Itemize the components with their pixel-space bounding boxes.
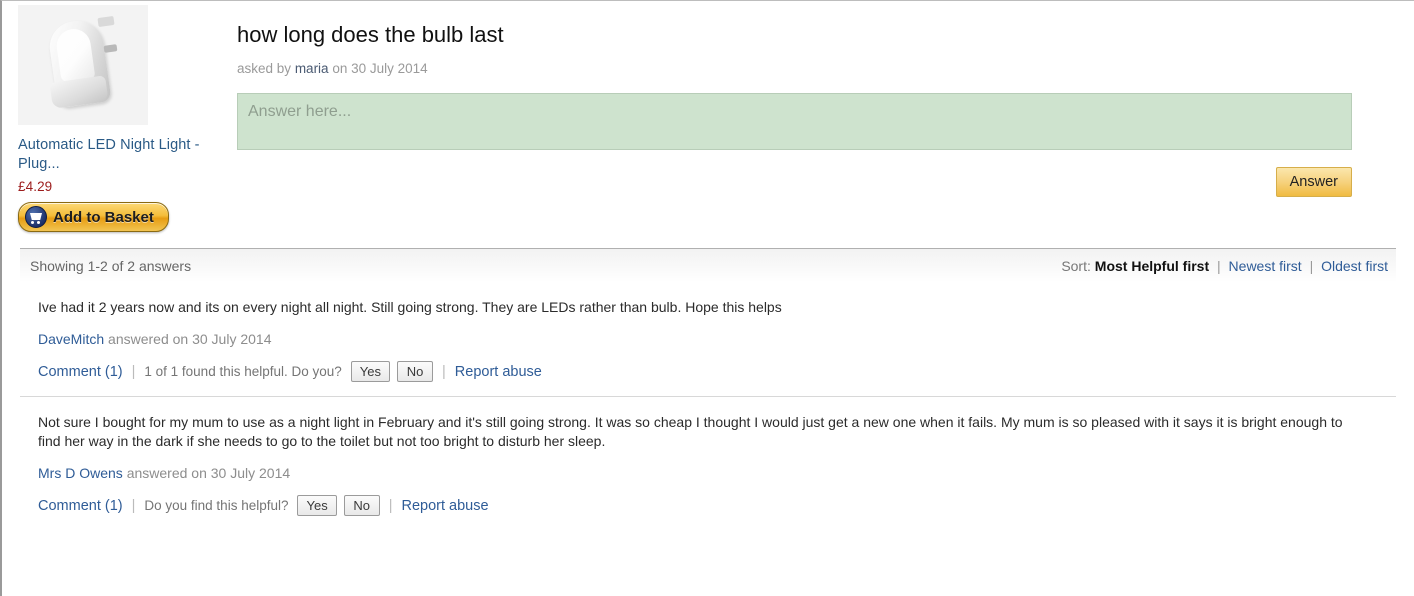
- sort-label: Sort:: [1061, 257, 1091, 274]
- vote-yes-button[interactable]: Yes: [297, 495, 337, 516]
- submit-answer-button[interactable]: Answer: [1275, 167, 1352, 197]
- question-header-section: Automatic LED Night Light - Plug... £4.2…: [2, 1, 1414, 232]
- answer-body: Ive had it 2 years now and its on every …: [38, 299, 782, 315]
- helpful-prompt: 1 of 1 found this helpful. Do you?: [144, 364, 342, 379]
- sort-controls: Sort: Most Helpful first | Newest first …: [1061, 258, 1388, 274]
- sort-option-oldest[interactable]: Oldest first: [1321, 258, 1388, 274]
- vote-no-button[interactable]: No: [343, 495, 380, 516]
- sort-separator-2: |: [1309, 257, 1314, 274]
- answer-date: answered on 30 July 2014: [108, 331, 272, 347]
- answer-author[interactable]: Mrs D Owens: [38, 465, 123, 481]
- sort-separator-1: |: [1217, 257, 1221, 274]
- answer-byline: DaveMitch answered on 30 July 2014: [38, 331, 1396, 347]
- answer-date: answered on 30 July 2014: [126, 465, 291, 481]
- vote-no-button[interactable]: No: [397, 361, 433, 382]
- page-root: Automatic LED Night Light - Plug... £4.2…: [0, 0, 1414, 596]
- meta-separator-1: |: [131, 497, 136, 514]
- helpful-prompt: Do you find this helpful?: [144, 498, 289, 513]
- shopping-cart-icon: [25, 206, 47, 228]
- asked-by-prefix: asked by: [237, 61, 292, 76]
- answer-item: Ive had it 2 years now and its on every …: [20, 282, 1396, 382]
- answer-actions-row: Comment (1) | Do you find this helpful? …: [38, 495, 1396, 516]
- plug-pin-side-shape: [103, 44, 118, 53]
- answer-byline: Mrs D Owens answered on 30 July 2014: [38, 465, 1396, 481]
- answer-input[interactable]: Answer here...: [237, 93, 1352, 150]
- answers-list: Ive had it 2 years now and its on every …: [2, 282, 1414, 516]
- meta-separator-1: |: [131, 363, 136, 380]
- add-to-basket-button[interactable]: Add to Basket: [18, 202, 169, 232]
- answer-actions: Answer: [237, 167, 1352, 197]
- question-block: how long does the bulb last asked by mar…: [210, 5, 1414, 197]
- answer-author[interactable]: DaveMitch: [38, 331, 104, 347]
- question-byline: asked by maria on 30 July 2014: [237, 61, 1352, 76]
- plug-pin-top-shape: [97, 15, 115, 28]
- vote-yes-button[interactable]: Yes: [350, 361, 390, 382]
- sort-option-most-helpful[interactable]: Most Helpful first: [1095, 258, 1209, 274]
- question-asker[interactable]: maria: [295, 61, 329, 76]
- product-image[interactable]: [18, 5, 148, 125]
- product-card: Automatic LED Night Light - Plug... £4.2…: [2, 5, 210, 232]
- question-title: how long does the bulb last: [237, 22, 504, 47]
- meta-separator-2: |: [442, 363, 446, 380]
- report-abuse-link[interactable]: Report abuse: [401, 498, 488, 514]
- product-title-link[interactable]: Automatic LED Night Light - Plug...: [18, 136, 210, 174]
- comment-link[interactable]: Comment (1): [38, 498, 123, 514]
- asked-date: on 30 July 2014: [332, 61, 428, 76]
- answer-item: Not sure I bought for my mum to use as a…: [20, 396, 1396, 516]
- answer-body: Not sure I bought for my mum to use as a…: [38, 414, 1343, 449]
- meta-separator-2: |: [388, 497, 393, 514]
- add-to-basket-label: Add to Basket: [53, 208, 154, 226]
- answer-input-placeholder: Answer here...: [248, 103, 352, 120]
- sort-option-newest[interactable]: Newest first: [1229, 258, 1302, 274]
- comment-link[interactable]: Comment (1): [38, 364, 123, 380]
- answer-actions-row: Comment (1) | 1 of 1 found this helpful.…: [38, 361, 1396, 382]
- showing-count: Showing 1-2 of 2 answers: [30, 257, 192, 274]
- product-price: £4.29: [18, 179, 53, 194]
- report-abuse-link[interactable]: Report abuse: [455, 364, 542, 380]
- answers-sort-bar: Showing 1-2 of 2 answers Sort: Most Help…: [20, 248, 1396, 282]
